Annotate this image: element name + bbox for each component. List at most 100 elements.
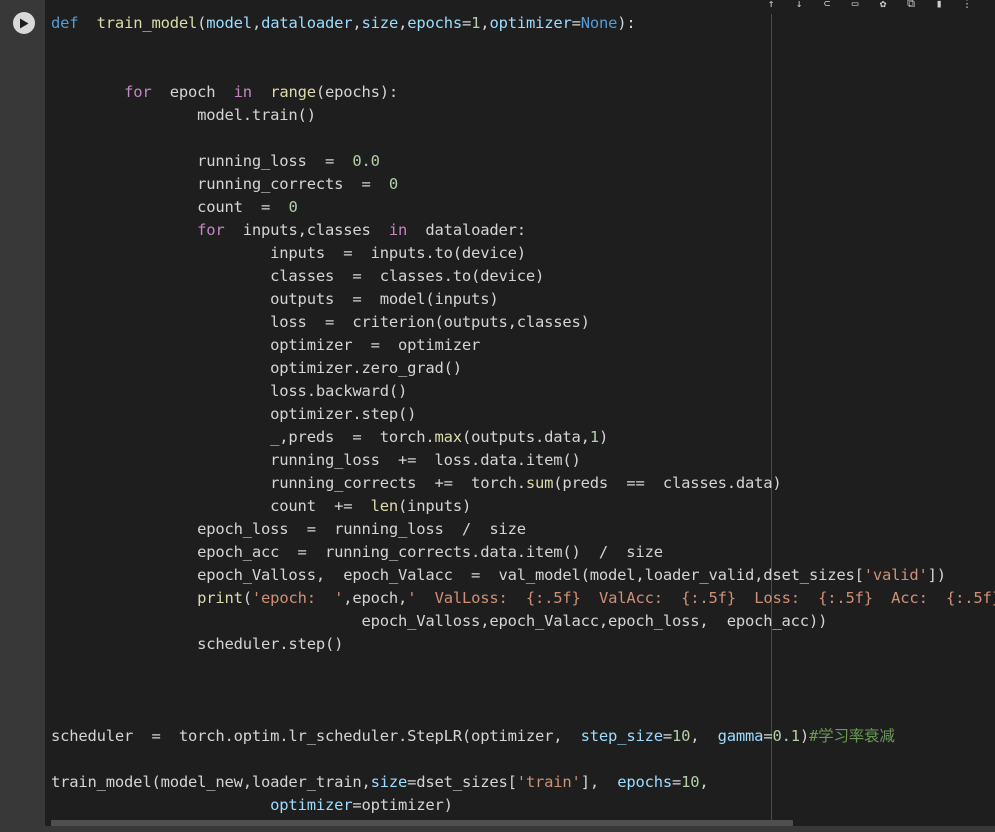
code-token: model.train() — [51, 106, 316, 124]
code-line: loss = criterion(outputs,classes) — [51, 311, 995, 334]
code-token: _,preds = torch. — [51, 428, 435, 446]
play-icon — [20, 18, 29, 28]
code-line: running_corrects += torch.sum(preds == c… — [51, 472, 995, 495]
code-token: , — [690, 727, 718, 745]
code-token: 10 — [681, 773, 700, 791]
code-line: optimizer = optimizer — [51, 334, 995, 357]
code-token: ) — [799, 727, 810, 745]
code-line: running_loss = 0.0 — [51, 150, 995, 173]
code-token: in — [388, 221, 408, 239]
code-token: ' ValLoss: {:.5f} ValAcc: {:.5f} Loss: {… — [407, 589, 995, 607]
code-token: epoch — [151, 83, 234, 101]
code-line: epoch_acc = running_corrects.data.item()… — [51, 541, 995, 564]
code-line: optimizer.zero_grad() — [51, 357, 995, 380]
code-token: , — [352, 14, 362, 32]
code-line: epoch_Valloss,epoch_Valacc,epoch_loss, e… — [51, 610, 995, 633]
code-token: 0.1 — [772, 727, 800, 745]
code-token: count = — [51, 198, 289, 216]
code-line: count = 0 — [51, 196, 995, 219]
code-token: running_loss += loss.data.item() — [51, 451, 581, 469]
code-token: running_corrects = — [51, 175, 389, 193]
code-token: (epochs): — [315, 83, 399, 101]
code-token: classes = classes.to(device) — [51, 267, 545, 285]
code-token: size — [361, 14, 399, 32]
code-token: 0 — [388, 175, 399, 193]
code-token: ( — [242, 589, 252, 607]
code-token: sum — [525, 474, 554, 492]
horizontal-scrollbar[interactable] — [51, 820, 793, 826]
code-token: max — [434, 428, 463, 446]
code-token: for — [124, 83, 152, 101]
code-token: epoch_Valloss,epoch_Valacc,epoch_loss, e… — [51, 612, 828, 630]
code-token: model — [206, 14, 252, 32]
code-token: = — [571, 14, 581, 32]
code-content: def train_model(model,dataloader,size,ep… — [51, 12, 995, 817]
code-token: dataloader — [261, 14, 353, 32]
code-token: for — [197, 221, 225, 239]
code-token: dataloader: — [407, 221, 526, 239]
run-cell-button[interactable] — [13, 12, 35, 34]
code-line: scheduler.step() — [51, 633, 995, 656]
code-token: step_size — [580, 727, 663, 745]
comment-icon[interactable]: ▭ — [847, 0, 863, 8]
code-token: inputs = inputs.to(device) — [51, 244, 526, 262]
code-line: running_loss += loss.data.item() — [51, 449, 995, 472]
code-token: 0.0 — [352, 152, 380, 170]
code-editor[interactable]: def train_model(model,dataloader,size,ep… — [45, 0, 995, 826]
code-token: range — [270, 83, 316, 101]
move-down-icon[interactable]: ↓ — [791, 0, 807, 8]
code-token: optimizer = optimizer — [51, 336, 481, 354]
delete-icon[interactable]: ▮ — [931, 0, 947, 8]
code-token: optimizer.step() — [51, 405, 417, 423]
code-line: for inputs,classes in dataloader: — [51, 219, 995, 242]
code-line: loss.backward() — [51, 380, 995, 403]
mirror-icon[interactable]: ⧉ — [903, 0, 919, 8]
code-token: (preds == classes.data) — [553, 474, 782, 492]
code-token: running_loss = — [51, 152, 353, 170]
code-token: ) — [598, 428, 609, 446]
code-token: None — [580, 14, 618, 32]
settings-icon[interactable]: ✿ — [875, 0, 891, 8]
code-token: outputs = model(inputs) — [51, 290, 499, 308]
code-token: =optimizer) — [352, 796, 453, 814]
code-token: ): — [617, 14, 636, 32]
code-token: optimizer — [489, 14, 572, 32]
code-token: =dset_sizes[ — [407, 773, 517, 791]
code-token: , — [398, 14, 408, 32]
code-token: loss = criterion(outputs,classes) — [51, 313, 590, 331]
code-token: , — [251, 14, 262, 32]
code-line: optimizer.step() — [51, 403, 995, 426]
link-icon[interactable]: ⊂ — [819, 0, 835, 8]
more-icon[interactable]: ⋮ — [959, 0, 975, 8]
code-line: print('epoch: ',epoch,' ValLoss: {:.5f} … — [51, 587, 995, 610]
code-token: 1 — [589, 428, 599, 446]
code-token: = — [662, 727, 672, 745]
code-line: outputs = model(inputs) — [51, 288, 995, 311]
code-token: train_model(model_new,loader_train, — [51, 773, 371, 791]
code-token: (inputs) — [398, 497, 472, 515]
code-token: = — [672, 773, 682, 791]
code-token: 10 — [671, 727, 691, 745]
code-line: inputs = inputs.to(device) — [51, 242, 995, 265]
code-line: running_corrects = 0 — [51, 173, 995, 196]
code-token: 'valid' — [863, 566, 928, 584]
code-line: train_model(model_new,loader_train,size=… — [51, 771, 995, 794]
code-token: in — [233, 83, 252, 101]
code-line: _,preds = torch.max(outputs.data,1) — [51, 426, 995, 449]
code-token: epochs — [407, 14, 463, 32]
move-up-icon[interactable]: ↑ — [763, 0, 779, 8]
code-token: count += — [51, 497, 371, 515]
code-token: , — [699, 773, 709, 791]
code-token: print — [197, 589, 243, 607]
